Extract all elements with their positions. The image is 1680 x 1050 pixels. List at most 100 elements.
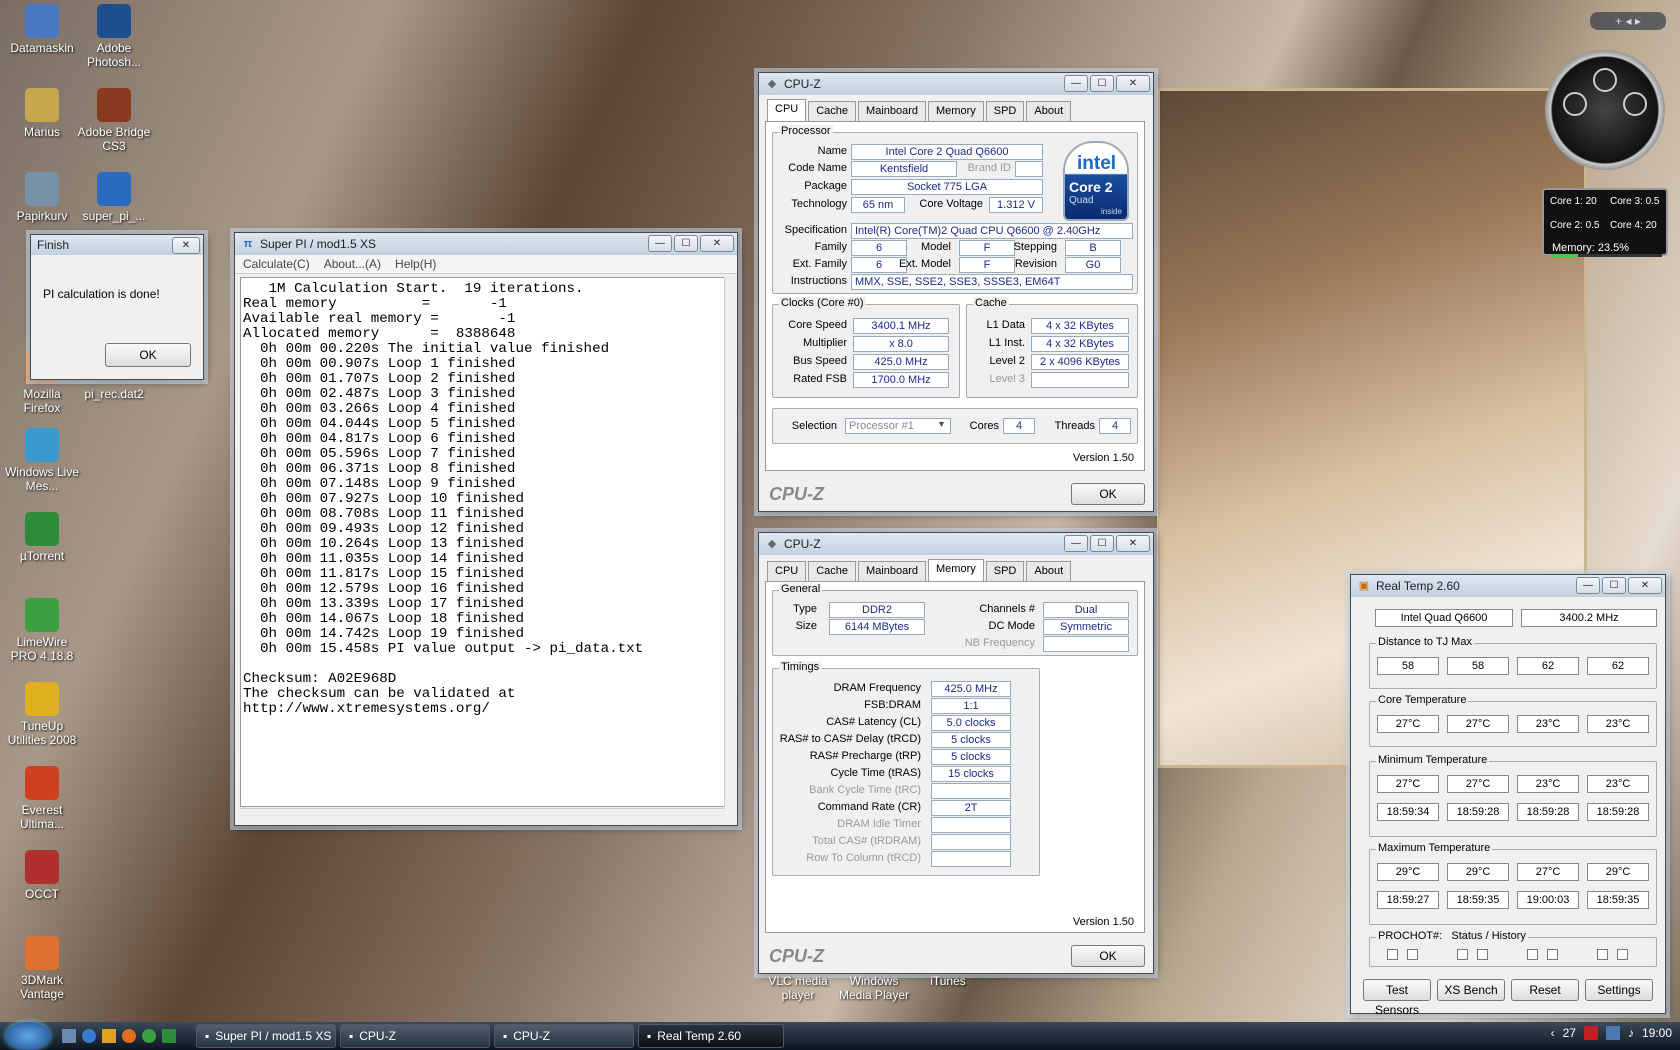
messenger-icon[interactable] bbox=[142, 1029, 156, 1043]
superpi-minimize-button[interactable]: — bbox=[648, 235, 672, 252]
network-tray-icon[interactable] bbox=[1605, 1026, 1620, 1040]
ratedfsb-value: 1700.0 MHz bbox=[853, 372, 949, 388]
selection-dropdown-arrow-icon[interactable]: ▼ bbox=[937, 419, 946, 429]
tab-spd[interactable]: SPD bbox=[985, 101, 1025, 121]
superpi-horizontal-scrollbar[interactable] bbox=[240, 808, 725, 821]
desktop-icon[interactable]: Marius bbox=[4, 88, 80, 139]
menu-about[interactable]: About...(A) bbox=[324, 257, 381, 271]
realtemp-minimize-button[interactable]: — bbox=[1576, 577, 1600, 594]
desktop-icon[interactable]: LimeWire PRO 4.18.8 bbox=[4, 598, 80, 663]
prochot-checkbox[interactable] bbox=[1597, 949, 1608, 960]
tab-spd[interactable]: SPD bbox=[985, 561, 1025, 581]
tab-about[interactable]: About bbox=[1026, 561, 1072, 581]
tray-temp[interactable]: 27 bbox=[1563, 1026, 1576, 1040]
realtemp-button[interactable]: Settings bbox=[1585, 979, 1653, 1001]
taskbar-button[interactable]: ▪ CPU-Z bbox=[494, 1024, 634, 1048]
realtemp-close-button[interactable]: ✕ bbox=[1628, 577, 1662, 594]
threads-value: 4 bbox=[1099, 418, 1131, 434]
cpuz2-minimize-button[interactable]: — bbox=[1064, 535, 1088, 552]
cpuz2-ok-button[interactable]: OK bbox=[1071, 945, 1145, 967]
sidebar-controls[interactable]: + ◂ ▸ bbox=[1590, 12, 1666, 30]
history-checkbox[interactable] bbox=[1477, 949, 1488, 960]
vlc-desktop-label[interactable]: VLC media player bbox=[760, 974, 836, 1002]
itunes-desktop-label[interactable]: iTunes bbox=[910, 974, 986, 988]
max-temp-time: 18:59:27 bbox=[1377, 891, 1439, 909]
cpuz1-minimize-button[interactable]: — bbox=[1064, 75, 1088, 92]
desktop-icon[interactable]: Adobe Bridge CS3 bbox=[76, 88, 152, 153]
taskbar-button[interactable]: ▪ Real Temp 2.60 bbox=[638, 1024, 784, 1048]
media-icon[interactable] bbox=[102, 1029, 116, 1043]
prochot-checkbox[interactable] bbox=[1527, 949, 1538, 960]
tab-cache[interactable]: Cache bbox=[808, 561, 857, 581]
cpuz2-titlebar[interactable]: ◆ CPU-Z — ☐ ✕ bbox=[759, 533, 1153, 555]
tab-about[interactable]: About bbox=[1026, 101, 1072, 121]
volume-tray-icon[interactable]: ♪ bbox=[1628, 1026, 1634, 1040]
desktop-icon[interactable]: Datamaskin bbox=[4, 4, 80, 55]
superpi-close-button[interactable]: ✕ bbox=[700, 235, 734, 252]
prochot-checkbox[interactable] bbox=[1457, 949, 1468, 960]
finish-ok-button[interactable]: OK bbox=[105, 343, 191, 367]
tray-clock[interactable]: 19:00 bbox=[1642, 1026, 1672, 1040]
desktop-icon[interactable]: Papirkurv bbox=[4, 172, 80, 223]
tab-cpu[interactable]: CPU bbox=[767, 99, 807, 121]
desktop-icon[interactable]: OCCT bbox=[4, 850, 80, 901]
cpuz1-close-button[interactable]: ✕ bbox=[1116, 75, 1150, 92]
firefox-icon[interactable] bbox=[122, 1029, 136, 1043]
desktop-icon[interactable]: Adobe Photosh... bbox=[76, 4, 152, 69]
desktop-icon[interactable]: Everest Ultima... bbox=[4, 766, 80, 831]
cpuz1-titlebar[interactable]: ◆ CPU-Z — ☐ ✕ bbox=[759, 73, 1153, 95]
history-checkbox[interactable] bbox=[1617, 949, 1628, 960]
threads-label: Threads bbox=[1054, 420, 1095, 432]
ati-tray-icon[interactable] bbox=[1583, 1026, 1598, 1040]
torrent-icon[interactable] bbox=[162, 1029, 176, 1043]
tray-expand-icon[interactable]: ‹ bbox=[1551, 1026, 1555, 1040]
history-checkbox[interactable] bbox=[1407, 949, 1418, 960]
app-icon bbox=[25, 428, 59, 462]
finish-titlebar[interactable]: Finish ✕ bbox=[31, 235, 203, 255]
tab-memory[interactable]: Memory bbox=[928, 101, 984, 121]
selection-group: Selection Processor #1 ▼ Cores 4 Threads… bbox=[772, 408, 1138, 444]
taskbar-button[interactable]: ▪ CPU-Z bbox=[340, 1024, 490, 1048]
max-temp-time: 19:00:03 bbox=[1517, 891, 1579, 909]
cpuz1-maximize-button[interactable]: ☐ bbox=[1090, 75, 1114, 92]
cpuz2-maximize-button[interactable]: ☐ bbox=[1090, 535, 1114, 552]
realtemp-maximize-button[interactable]: ☐ bbox=[1602, 577, 1626, 594]
superpi-output: 1M Calculation Start. 19 iterations. Real… bbox=[240, 277, 725, 807]
tab-cache[interactable]: Cache bbox=[808, 101, 857, 121]
menu-help[interactable]: Help(H) bbox=[395, 257, 436, 271]
selection-dropdown[interactable]: Processor #1 bbox=[845, 418, 951, 434]
extfamily-label: Ext. Family bbox=[792, 258, 847, 270]
superpi-maximize-button[interactable]: ☐ bbox=[674, 235, 698, 252]
superpi-titlebar[interactable]: π Super PI / mod1.5 XS — ☐ ✕ bbox=[235, 233, 737, 255]
finish-close-button[interactable]: ✕ bbox=[172, 237, 200, 254]
ie-icon[interactable] bbox=[82, 1029, 96, 1043]
superpi-vertical-scrollbar[interactable] bbox=[724, 277, 735, 807]
cpuz2-close-button[interactable]: ✕ bbox=[1116, 535, 1150, 552]
desktop-icon[interactable]: super_pi_... bbox=[76, 172, 152, 223]
tab-cpu[interactable]: CPU bbox=[767, 561, 807, 581]
realtemp-button[interactable]: Test Sensors bbox=[1363, 979, 1431, 1017]
desktop-icon[interactable]: TuneUp Utilities 2008 bbox=[4, 682, 80, 747]
start-button[interactable] bbox=[6, 1022, 50, 1050]
timing-label: Cycle Time (tRAS) bbox=[830, 767, 921, 779]
realtemp-titlebar[interactable]: ▣ Real Temp 2.60 — ☐ ✕ bbox=[1351, 575, 1665, 597]
history-checkbox[interactable] bbox=[1547, 949, 1558, 960]
desktop-icon[interactable]: 3DMark Vantage bbox=[4, 936, 80, 1001]
menu-calculate[interactable]: Calculate(C) bbox=[243, 257, 310, 271]
desktop-icon[interactable]: µTorrent bbox=[4, 512, 80, 563]
task-icon: ▪ bbox=[503, 1029, 508, 1043]
tab-mainboard[interactable]: Mainboard bbox=[858, 101, 927, 121]
tab-memory[interactable]: Memory bbox=[928, 559, 984, 581]
realtemp-button[interactable]: Reset bbox=[1511, 979, 1579, 1001]
package-label: Package bbox=[804, 180, 847, 192]
wmp-desktop-label[interactable]: Windows Media Player bbox=[836, 974, 912, 1002]
show-desktop-icon[interactable] bbox=[62, 1029, 76, 1043]
taskbar-button[interactable]: ▪ Super PI / mod1.5 XS bbox=[196, 1024, 336, 1048]
realtemp-button[interactable]: XS Bench bbox=[1437, 979, 1505, 1001]
min-temp-time: 18:59:28 bbox=[1517, 803, 1579, 821]
tab-mainboard[interactable]: Mainboard bbox=[858, 561, 927, 581]
max-temp-time: 18:59:35 bbox=[1447, 891, 1509, 909]
prochot-checkbox[interactable] bbox=[1387, 949, 1398, 960]
cpuz1-ok-button[interactable]: OK bbox=[1071, 483, 1145, 505]
desktop-icon[interactable]: Windows Live Mes... bbox=[4, 428, 80, 493]
